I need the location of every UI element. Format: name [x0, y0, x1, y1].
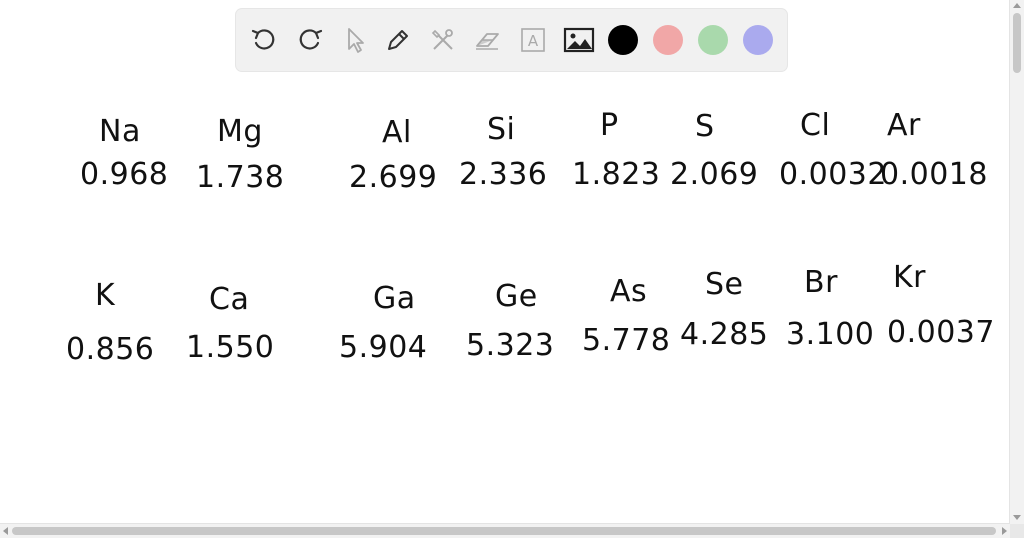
element-value-br: 3.100 [786, 317, 875, 352]
tools-icon [428, 25, 458, 55]
element-symbol-ca: Ca [209, 282, 250, 317]
element-symbol-si: Si [487, 112, 516, 147]
tools-button[interactable] [425, 22, 461, 58]
element-value-ga: 5.904 [339, 330, 428, 365]
element-symbol-kr: Kr [893, 260, 927, 295]
select-button[interactable] [336, 22, 372, 58]
eraser-icon [472, 25, 502, 55]
element-value-ca: 1.550 [186, 330, 275, 365]
image-button[interactable] [561, 22, 597, 58]
pen-icon [383, 25, 413, 55]
element-value-si: 2.336 [459, 157, 548, 192]
element-value-as: 5.778 [582, 323, 671, 358]
element-value-se: 4.285 [680, 317, 769, 352]
scroll-left-icon[interactable] [3, 527, 8, 535]
color-green-swatch[interactable] [698, 25, 728, 55]
element-value-k: 0.856 [66, 332, 155, 367]
element-symbol-as: As [610, 274, 648, 309]
scrollbar-corner [1010, 524, 1024, 538]
image-icon [563, 25, 595, 55]
eraser-button[interactable] [469, 22, 505, 58]
element-value-s: 2.069 [670, 157, 759, 192]
horizontal-scroll-thumb[interactable] [12, 527, 996, 535]
element-symbol-cl: Cl [800, 108, 831, 143]
scroll-right-icon[interactable] [1002, 527, 1007, 535]
redo-button[interactable] [292, 22, 328, 58]
color-blue-swatch[interactable] [743, 25, 773, 55]
text-icon: A [518, 25, 548, 55]
scroll-up-icon[interactable] [1013, 3, 1021, 8]
element-value-na: 0.968 [80, 157, 169, 192]
element-value-mg: 1.738 [196, 160, 285, 195]
undo-icon [249, 25, 279, 55]
element-symbol-br: Br [804, 265, 838, 300]
color-black-swatch[interactable] [608, 25, 638, 55]
element-symbol-ar: Ar [887, 108, 921, 143]
element-symbol-ge: Ge [495, 279, 538, 314]
element-symbol-na: Na [99, 114, 141, 149]
element-value-kr: 0.0037 [887, 315, 995, 350]
element-symbol-mg: Mg [217, 114, 263, 149]
whiteboard-canvas[interactable]: A Na 0.968 Mg 1.738 Al 2.699 Si 2.336 P … [0, 0, 1024, 538]
pen-button[interactable] [380, 22, 416, 58]
element-value-al: 2.699 [349, 160, 438, 195]
element-symbol-se: Se [705, 267, 744, 302]
svg-text:A: A [528, 32, 539, 50]
vertical-scrollbar[interactable] [1009, 0, 1024, 524]
element-value-ge: 5.323 [466, 328, 555, 363]
redo-icon [295, 25, 325, 55]
element-value-p: 1.823 [572, 157, 661, 192]
element-symbol-s: S [695, 109, 715, 144]
vertical-scroll-thumb[interactable] [1013, 13, 1021, 73]
pointer-icon [339, 25, 369, 55]
element-symbol-ga: Ga [373, 281, 416, 316]
drawing-toolbar: A [236, 9, 787, 71]
text-button[interactable]: A [515, 22, 551, 58]
color-red-swatch[interactable] [653, 25, 683, 55]
element-symbol-p: P [600, 108, 619, 143]
element-symbol-al: Al [382, 115, 412, 150]
element-symbol-k: K [95, 278, 116, 313]
undo-button[interactable] [246, 22, 282, 58]
element-value-cl: 0.0032 [779, 157, 887, 192]
element-value-ar: 0.0018 [880, 157, 988, 192]
horizontal-scrollbar[interactable] [0, 523, 1010, 538]
scroll-down-icon[interactable] [1013, 515, 1021, 520]
